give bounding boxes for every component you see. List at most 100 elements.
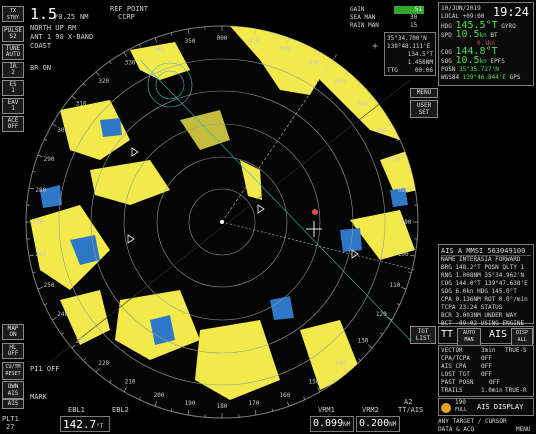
ir-button[interactable]: IR 2: [2, 62, 24, 78]
pulse-value: S2: [9, 33, 17, 40]
eav-value: 1: [11, 105, 15, 112]
cpa-tcpa-value[interactable]: OFF: [481, 355, 492, 363]
es-button[interactable]: ES 1: [2, 80, 24, 96]
target-settings: VECTOR 3min TRUE-S CPA/TCPA OFF AIS CPA OFF …: [438, 345, 534, 397]
sog-label: SOG: [441, 58, 452, 65]
bearing-label: 100: [398, 251, 409, 258]
vrm1-readout[interactable]: 0.099NM: [310, 416, 354, 432]
posn-lat: 35°35.727'N: [459, 66, 499, 73]
spd-label: SPD: [441, 32, 452, 39]
vrm1-label: VRM1: [318, 406, 335, 414]
vrm2-value: 0.200: [359, 418, 390, 429]
bearing-label: 140: [335, 360, 346, 367]
cursor-icon: +: [372, 41, 379, 52]
bearing-label: 090: [401, 219, 412, 226]
bearing-label: 330: [125, 60, 136, 67]
gain-panel: GAIN 51 SEA MAN 30 RAIN MAN 15: [350, 6, 426, 30]
map-button[interactable]: MAP ON: [2, 324, 24, 340]
hdg-source: GYRO: [501, 23, 516, 30]
bearing-label: 310: [76, 101, 87, 108]
ir-value: 2: [11, 69, 15, 76]
display-mode[interactable]: COAST: [30, 43, 51, 50]
bearing-label: 000: [217, 35, 228, 42]
ebl1-readout[interactable]: 142.7°T: [60, 416, 110, 432]
sea-label: SEA: [350, 14, 361, 21]
ace-button[interactable]: ACE OFF: [2, 116, 24, 132]
vrm1-unit: NM: [343, 421, 351, 428]
cursor-lat: 35°34.700'N: [387, 35, 427, 42]
lost-tgt-value[interactable]: OFF: [481, 371, 492, 379]
posn-lon: 139°46.844'E: [462, 74, 507, 81]
ace-value: OFF: [7, 123, 19, 130]
plt-label: PLT1: [2, 415, 19, 423]
data-acq-label[interactable]: DATA & ACQ: [438, 426, 474, 433]
epfs-label: EPFS: [490, 58, 505, 65]
bottom-menu-label[interactable]: MENU: [516, 426, 530, 434]
rain-mode[interactable]: MAN: [368, 22, 379, 29]
tune-button[interactable]: TUNE AUTO: [2, 44, 24, 60]
ebl1-value: 142.7: [63, 418, 97, 431]
sea-value[interactable]: 30: [410, 14, 417, 22]
tgt-list-button[interactable]: TGT LIST: [410, 326, 436, 344]
vector-label: VECTOR: [441, 347, 463, 354]
own-ais-button[interactable]: OWN AIS: [2, 381, 24, 399]
bearing-label: 180: [217, 403, 228, 410]
ref-point-value[interactable]: CCRP: [118, 14, 135, 21]
tt-ais-label: TT/AIS: [398, 406, 424, 414]
gps-label: GPS: [509, 74, 521, 81]
eav-button[interactable]: EAV 1: [2, 98, 24, 114]
bearing-label: 270: [33, 219, 44, 226]
orientation-mode[interactable]: NORTH UP RM: [30, 25, 76, 32]
pi1-status[interactable]: PI1 OFF: [30, 366, 60, 373]
user-set-button[interactable]: USER SET: [410, 100, 438, 118]
ais-info-row: RNG 1.008NM 35°34.962'N: [441, 272, 525, 279]
bearing-label: 120: [376, 311, 387, 318]
own-ship-marker: [220, 220, 224, 224]
ais-target-selected[interactable]: [312, 209, 318, 215]
bearing-label: 220: [98, 360, 109, 367]
cursor-rng: 1.456NM: [407, 59, 433, 66]
bearing-label: 190: [185, 400, 196, 407]
ais-display-label[interactable]: AIS DISPLAY: [477, 404, 523, 411]
bearing-label: 040: [335, 78, 346, 85]
ais-cpa-value[interactable]: OFF: [481, 363, 492, 371]
rain-value[interactable]: 15: [410, 22, 417, 30]
vrm2-readout[interactable]: 0.200NM: [356, 416, 400, 432]
menu-button[interactable]: MENU: [410, 88, 438, 98]
ais-display-panel: 190 FULL AIS DISPLAY: [438, 398, 534, 416]
ais-disp-button[interactable]: DISP ALL: [511, 328, 533, 346]
ref-point-label: REF POINT: [110, 5, 148, 13]
bearing-label: 130: [358, 337, 369, 344]
clock-time: 19:24: [492, 5, 529, 19]
tt-label: TT: [441, 329, 454, 340]
cpa-tcpa-label: CPA/TCPA: [441, 355, 470, 362]
cursor-info-panel: 35°34.700'N 139°48.111'E 134.5°T 1.456NM…: [384, 32, 436, 76]
ownship-panel: 10/JUN/2019 LOCAL +09:00 19:24 HDG 145.5…: [438, 2, 534, 86]
bearing-label: 170: [249, 400, 260, 407]
vector-value[interactable]: 3min: [481, 347, 495, 355]
cursor-brg: 134.5°T: [407, 51, 433, 58]
cursor-lon: 139°48.111'E: [387, 43, 431, 50]
ais-button[interactable]: AIS: [2, 399, 24, 409]
cu-tm-reset-button[interactable]: CU/TM RESET: [2, 362, 24, 380]
sea-mode[interactable]: MAN: [364, 14, 375, 21]
range-unit: NM: [80, 13, 89, 21]
tt-mode-button[interactable]: AUTO MAN: [457, 328, 481, 346]
trails-mode[interactable]: TRUE-R: [505, 387, 527, 395]
plt-value: 27: [6, 423, 15, 431]
pulse-button[interactable]: PULSE S2: [2, 26, 24, 42]
tx-stby-button[interactable]: TX STBY: [2, 6, 24, 22]
trails-value[interactable]: 1.0min: [481, 387, 503, 395]
ttg-value: 00:06: [414, 67, 433, 74]
ebl1-unit: °T: [96, 423, 104, 430]
gain-value[interactable]: 51: [394, 6, 424, 14]
bearing-label: 070: [389, 156, 400, 163]
hl-value: OFF: [7, 350, 19, 357]
bearing-label: 150: [309, 378, 320, 385]
past-posn-value[interactable]: OFF: [489, 379, 500, 387]
hl-button[interactable]: HL OFF: [2, 343, 24, 359]
antenna-select[interactable]: ANT 1 90 X-BAND: [30, 34, 93, 41]
datum: WGS84: [441, 74, 460, 81]
vector-mode[interactable]: TRUE-S: [505, 347, 527, 355]
tune-value: AUTO: [5, 51, 21, 58]
